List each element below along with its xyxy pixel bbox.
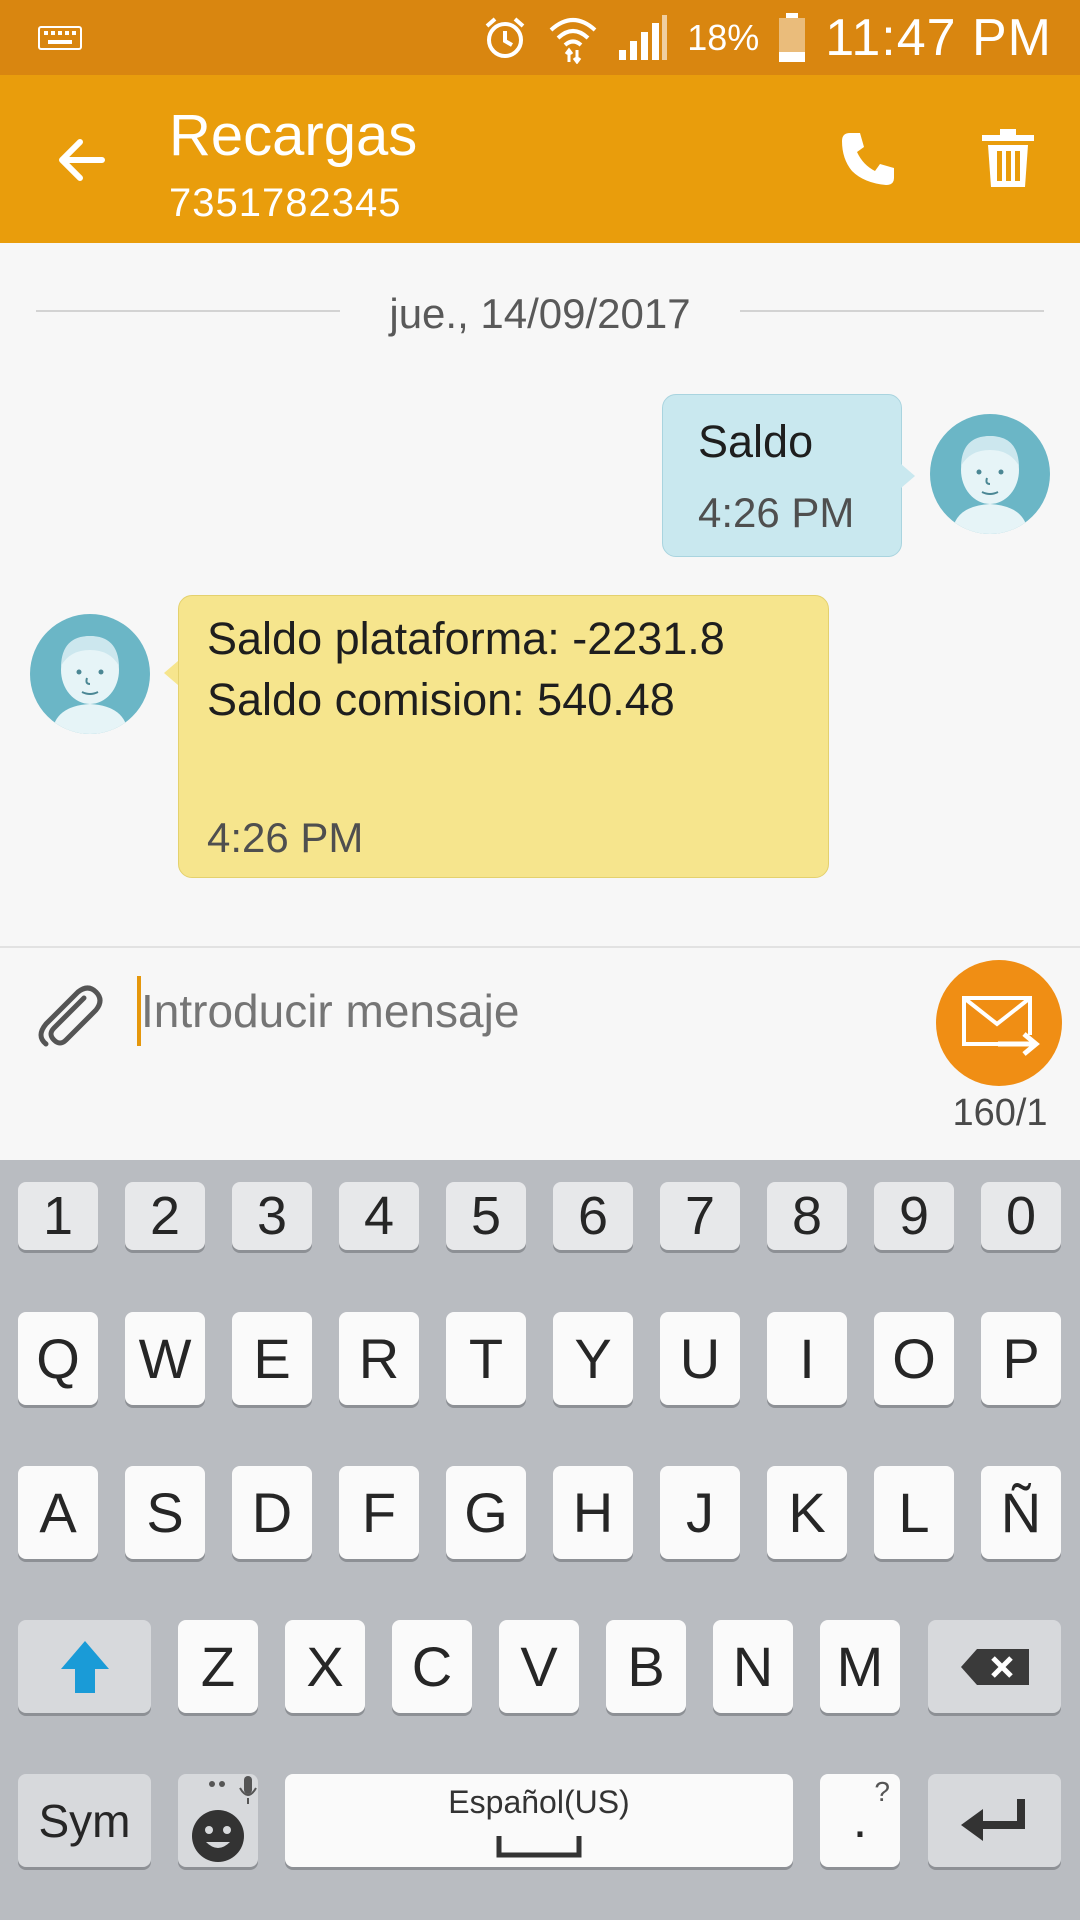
- message-bubble-received[interactable]: Saldo plataforma: -2231.8 Saldo comision…: [178, 595, 829, 878]
- key-enie[interactable]: Ñ: [981, 1466, 1061, 1559]
- message-text: Saldo plataforma: -2231.8 Saldo comision…: [207, 613, 725, 725]
- key-n[interactable]: N: [713, 1620, 793, 1713]
- backspace-key[interactable]: [928, 1620, 1061, 1713]
- phone-icon: [842, 133, 894, 185]
- key-z[interactable]: Z: [178, 1620, 258, 1713]
- battery-percent: 18%: [687, 17, 760, 58]
- key-m[interactable]: M: [820, 1620, 900, 1713]
- arrow-back-icon: [59, 139, 105, 181]
- space-bar[interactable]: Español(US): [285, 1774, 793, 1867]
- key-j[interactable]: J: [660, 1466, 740, 1559]
- shift-key[interactable]: [18, 1620, 151, 1713]
- conversation-phone-number: 7351782345: [169, 181, 402, 225]
- conversation-title: Recargas: [169, 103, 418, 168]
- back-button[interactable]: [52, 130, 112, 190]
- emoji-mic-icon: [192, 1776, 257, 1862]
- avatar[interactable]: [930, 414, 1050, 534]
- shift-arrow-icon: [60, 1640, 109, 1693]
- key-l[interactable]: L: [874, 1466, 954, 1559]
- symbols-key[interactable]: Sym: [18, 1774, 151, 1867]
- avatar[interactable]: [30, 614, 150, 734]
- key-u[interactable]: U: [660, 1312, 740, 1405]
- contact-avatar-icon: [52, 636, 128, 734]
- key-2[interactable]: 2: [125, 1182, 205, 1250]
- key-c[interactable]: C: [392, 1620, 472, 1713]
- battery-icon: [777, 12, 807, 64]
- key-s[interactable]: S: [125, 1466, 205, 1559]
- key-q[interactable]: Q: [18, 1312, 98, 1405]
- emoji-key[interactable]: [178, 1774, 258, 1867]
- contact-avatar-icon: [952, 436, 1028, 534]
- key-x[interactable]: X: [285, 1620, 365, 1713]
- status-time: 11:47 PM: [825, 9, 1052, 67]
- key-k[interactable]: K: [767, 1466, 847, 1559]
- key-r[interactable]: R: [339, 1312, 419, 1405]
- space-icon: [496, 1836, 582, 1858]
- trash-icon: [982, 129, 1034, 187]
- attach-button[interactable]: [30, 978, 106, 1054]
- divider-line: [740, 310, 1044, 312]
- key-7[interactable]: 7: [660, 1182, 740, 1250]
- key-5[interactable]: 5: [446, 1182, 526, 1250]
- enter-icon: [960, 1798, 1025, 1841]
- key-0[interactable]: 0: [981, 1182, 1061, 1250]
- key-3[interactable]: 3: [232, 1182, 312, 1250]
- bubble-tail: [901, 464, 915, 488]
- key-8[interactable]: 8: [767, 1182, 847, 1250]
- key-y[interactable]: Y: [553, 1312, 633, 1405]
- delete-button[interactable]: [978, 127, 1038, 191]
- paperclip-icon: [38, 985, 103, 1047]
- key-9[interactable]: 9: [874, 1182, 954, 1250]
- key-t[interactable]: T: [446, 1312, 526, 1405]
- key-i[interactable]: I: [767, 1312, 847, 1405]
- keyboard-icon: [38, 26, 82, 50]
- keyboard-language-label: Español(US): [448, 1784, 630, 1820]
- date-divider: jue., 14/09/2017: [36, 290, 1044, 340]
- key-g[interactable]: G: [446, 1466, 526, 1559]
- app-bar: Recargas 7351782345: [0, 75, 1080, 243]
- message-bubble-sent[interactable]: Saldo 4:26 PM: [662, 394, 902, 557]
- key-o[interactable]: O: [874, 1312, 954, 1405]
- bubble-tail: [164, 661, 178, 685]
- wifi-icon: [547, 12, 599, 64]
- on-screen-keyboard: 1 2 3 4 5 6 7 8 9 0 Q W E R T Y U I O P …: [0, 1160, 1080, 1920]
- call-button[interactable]: [836, 127, 900, 191]
- message-input[interactable]: [141, 968, 921, 1054]
- key-v[interactable]: V: [499, 1620, 579, 1713]
- key-6[interactable]: 6: [553, 1182, 633, 1250]
- key-1[interactable]: 1: [18, 1182, 98, 1250]
- status-bar: 18% 11:47 PM: [0, 0, 1080, 75]
- key-e[interactable]: E: [232, 1312, 312, 1405]
- key-b[interactable]: B: [606, 1620, 686, 1713]
- key-h[interactable]: H: [553, 1466, 633, 1559]
- period-key[interactable]: . ?: [820, 1774, 900, 1867]
- key-f[interactable]: F: [339, 1466, 419, 1559]
- backspace-icon: [960, 1648, 1029, 1685]
- message-time: 4:26 PM: [698, 489, 855, 536]
- enter-key[interactable]: [928, 1774, 1061, 1867]
- send-message-icon: [962, 996, 1040, 1056]
- key-p[interactable]: P: [981, 1312, 1061, 1405]
- key-d[interactable]: D: [232, 1466, 312, 1559]
- period-hint-label: ?: [874, 1776, 890, 1807]
- message-composer: 160/1: [0, 946, 1080, 1162]
- signal-icon: [617, 14, 669, 62]
- alarm-icon: [481, 14, 529, 62]
- key-a[interactable]: A: [18, 1466, 98, 1559]
- key-w[interactable]: W: [125, 1312, 205, 1405]
- date-label: jue., 14/09/2017: [389, 290, 691, 337]
- character-counter: 160/1: [952, 1092, 1048, 1134]
- key-4[interactable]: 4: [339, 1182, 419, 1250]
- send-button[interactable]: [936, 960, 1062, 1086]
- message-text: Saldo: [698, 416, 814, 467]
- message-time: 4:26 PM: [207, 814, 364, 861]
